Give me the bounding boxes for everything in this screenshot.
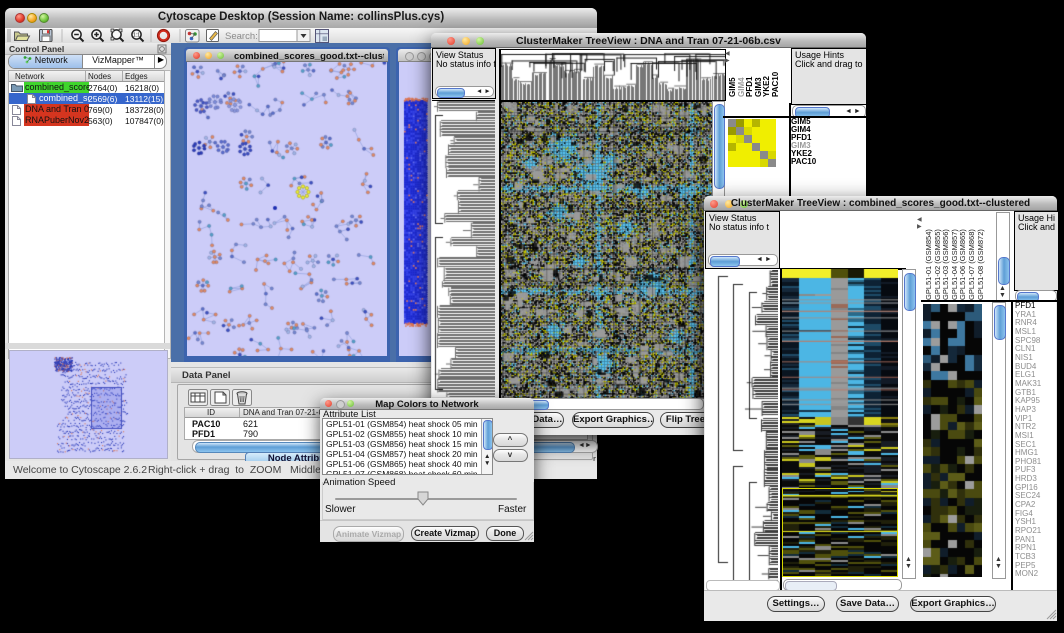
svg-text:1:1: 1:1 — [133, 33, 140, 39]
svg-text:Search:: Search: — [225, 31, 258, 42]
